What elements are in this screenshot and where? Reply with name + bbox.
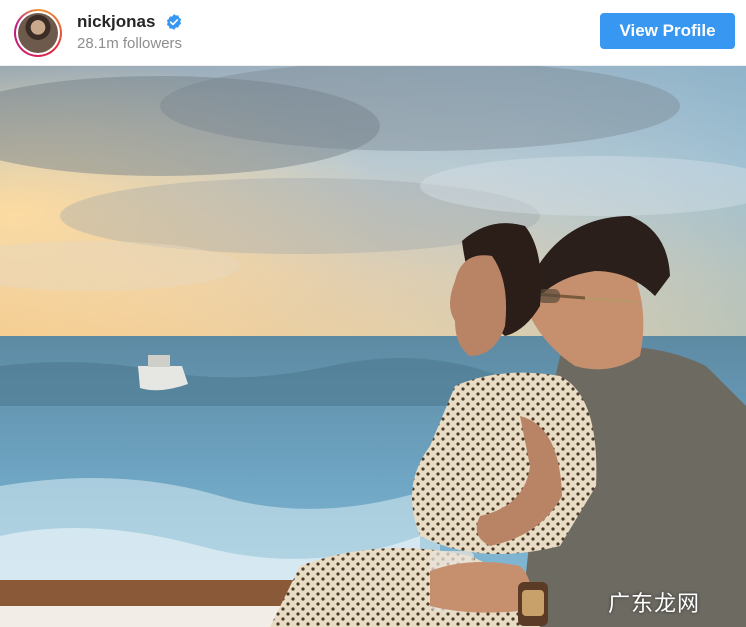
avatar-image: [18, 13, 58, 53]
watermark-text: 广东龙网: [608, 592, 701, 617]
follower-count: 28.1m followers: [77, 35, 183, 52]
post-header: nickjonas 28.1m followers View Profile: [0, 0, 746, 66]
username[interactable]: nickjonas: [77, 12, 155, 32]
photo-illustration: [0, 66, 746, 627]
view-profile-button[interactable]: View Profile: [600, 13, 735, 49]
avatar[interactable]: [14, 9, 62, 57]
verified-badge-icon: [166, 14, 182, 30]
post-photo[interactable]: [0, 66, 746, 627]
